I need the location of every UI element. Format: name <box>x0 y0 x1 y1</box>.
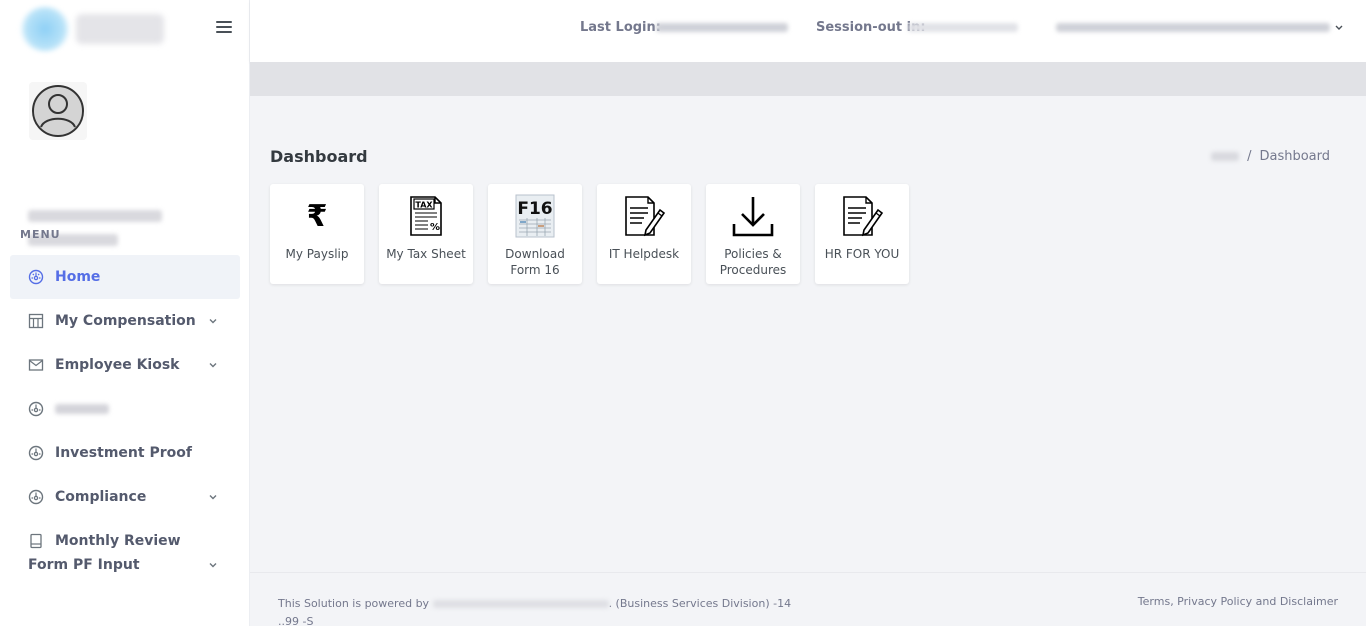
download-icon <box>731 192 775 240</box>
tile-label: Download Form 16 <box>505 247 565 277</box>
sidebar-item-label: Compliance <box>55 489 147 505</box>
footer: This Solution is powered by . (Business … <box>250 572 1366 626</box>
document-icon <box>28 529 46 553</box>
tile-label: My Payslip <box>285 247 349 261</box>
sidebar-item-monthly-review-form[interactable]: Monthly Review Form PF Input <box>10 519 240 587</box>
tile-my-payslip[interactable]: ₹ My Payslip <box>270 184 364 284</box>
mail-icon <box>28 343 46 387</box>
table-icon <box>28 299 46 343</box>
sidebar-item-label: Monthly Review Form PF Input <box>28 533 181 573</box>
tile-label: My Tax Sheet <box>386 247 466 261</box>
sidebar: MENU Home My Compensation Employee Kiosk <box>0 0 250 626</box>
sidebar-item-investment-proof[interactable]: Investment Proof <box>10 431 240 475</box>
tax-sheet-icon: TAX % <box>408 192 444 240</box>
rupee-icon: ₹ <box>306 198 328 234</box>
dashboard-icon <box>28 431 46 475</box>
footer-powered-by: This Solution is powered by . (Business … <box>278 597 792 626</box>
sidebar-item-label-blurred <box>55 387 109 431</box>
svg-text:%: % <box>430 222 440 233</box>
tile-label: IT Helpdesk <box>608 247 680 261</box>
hamburger-menu-icon[interactable] <box>214 18 234 38</box>
user-profile <box>0 62 249 246</box>
form16-icon: F16 <box>515 192 555 240</box>
tile-hr-for-you[interactable]: HR FOR YOU <box>815 184 909 284</box>
svg-text:F16: F16 <box>517 199 552 219</box>
dashboard-icon <box>28 475 46 519</box>
company-logo-text <box>76 14 164 44</box>
terms-privacy-link[interactable]: Terms, Privacy Policy and Disclaimer <box>1138 595 1338 608</box>
breadcrumb: / Dashboard <box>1211 149 1330 164</box>
sidebar-item-my-compensation[interactable]: My Compensation <box>10 299 240 343</box>
topbar: Last Login: Session-out in: <box>250 0 1366 62</box>
tile-my-tax-sheet[interactable]: TAX % My Tax Sheet <box>379 184 473 284</box>
breadcrumb-current: Dashboard <box>1259 149 1330 164</box>
logo-area <box>0 0 249 62</box>
menu-title: MENU <box>20 228 61 241</box>
last-login-value-blurred <box>656 23 788 32</box>
tile-policies-procedures[interactable]: Policies & Procedures <box>706 184 800 284</box>
chevron-down-icon <box>208 475 218 519</box>
breadcrumb-home-blurred[interactable] <box>1211 152 1240 161</box>
chevron-down-icon[interactable] <box>1334 20 1344 39</box>
page-title: Dashboard <box>270 147 368 166</box>
company-logo[interactable] <box>20 6 70 52</box>
avatar[interactable] <box>29 82 87 140</box>
sidebar-item-label: Home <box>55 269 101 285</box>
sidebar-item-compliance[interactable]: Compliance <box>10 475 240 519</box>
sidebar-item-blurred[interactable] <box>10 387 240 431</box>
breadcrumb-separator: / <box>1247 149 1252 164</box>
tile-download-form-16[interactable]: F16 Download Form 16 <box>488 184 582 284</box>
last-login-label: Last Login: <box>580 20 661 35</box>
page-header-band <box>250 62 1366 96</box>
quick-links: ₹ My Payslip TAX % My Tax Sheet F16 Down… <box>270 184 909 284</box>
dashboard-icon <box>28 387 46 431</box>
document-pen-icon <box>622 192 666 240</box>
company-name-blurred <box>432 600 609 608</box>
sidebar-item-home[interactable]: Home <box>10 255 240 299</box>
document-pen-icon <box>840 192 884 240</box>
svg-text:TAX: TAX <box>415 201 433 210</box>
sidebar-item-employee-kiosk[interactable]: Employee Kiosk <box>10 343 240 387</box>
sidebar-item-label: My Compensation <box>55 313 196 329</box>
tile-label: Policies & Procedures <box>719 247 787 277</box>
sidebar-item-label: Investment Proof <box>55 445 192 461</box>
session-out-value-blurred <box>908 23 1018 32</box>
chevron-down-icon <box>208 299 218 343</box>
tile-it-helpdesk[interactable]: IT Helpdesk <box>597 184 691 284</box>
dashboard-icon <box>28 255 46 299</box>
sidebar-menu: Home My Compensation Employee Kiosk Inve… <box>10 255 240 587</box>
tile-label: HR FOR YOU <box>824 247 900 261</box>
user-name-blurred <box>28 210 162 222</box>
chevron-down-icon <box>208 553 218 577</box>
chevron-down-icon <box>208 343 218 387</box>
sidebar-item-label: Employee Kiosk <box>55 357 180 373</box>
user-menu-blurred[interactable] <box>1056 23 1330 32</box>
